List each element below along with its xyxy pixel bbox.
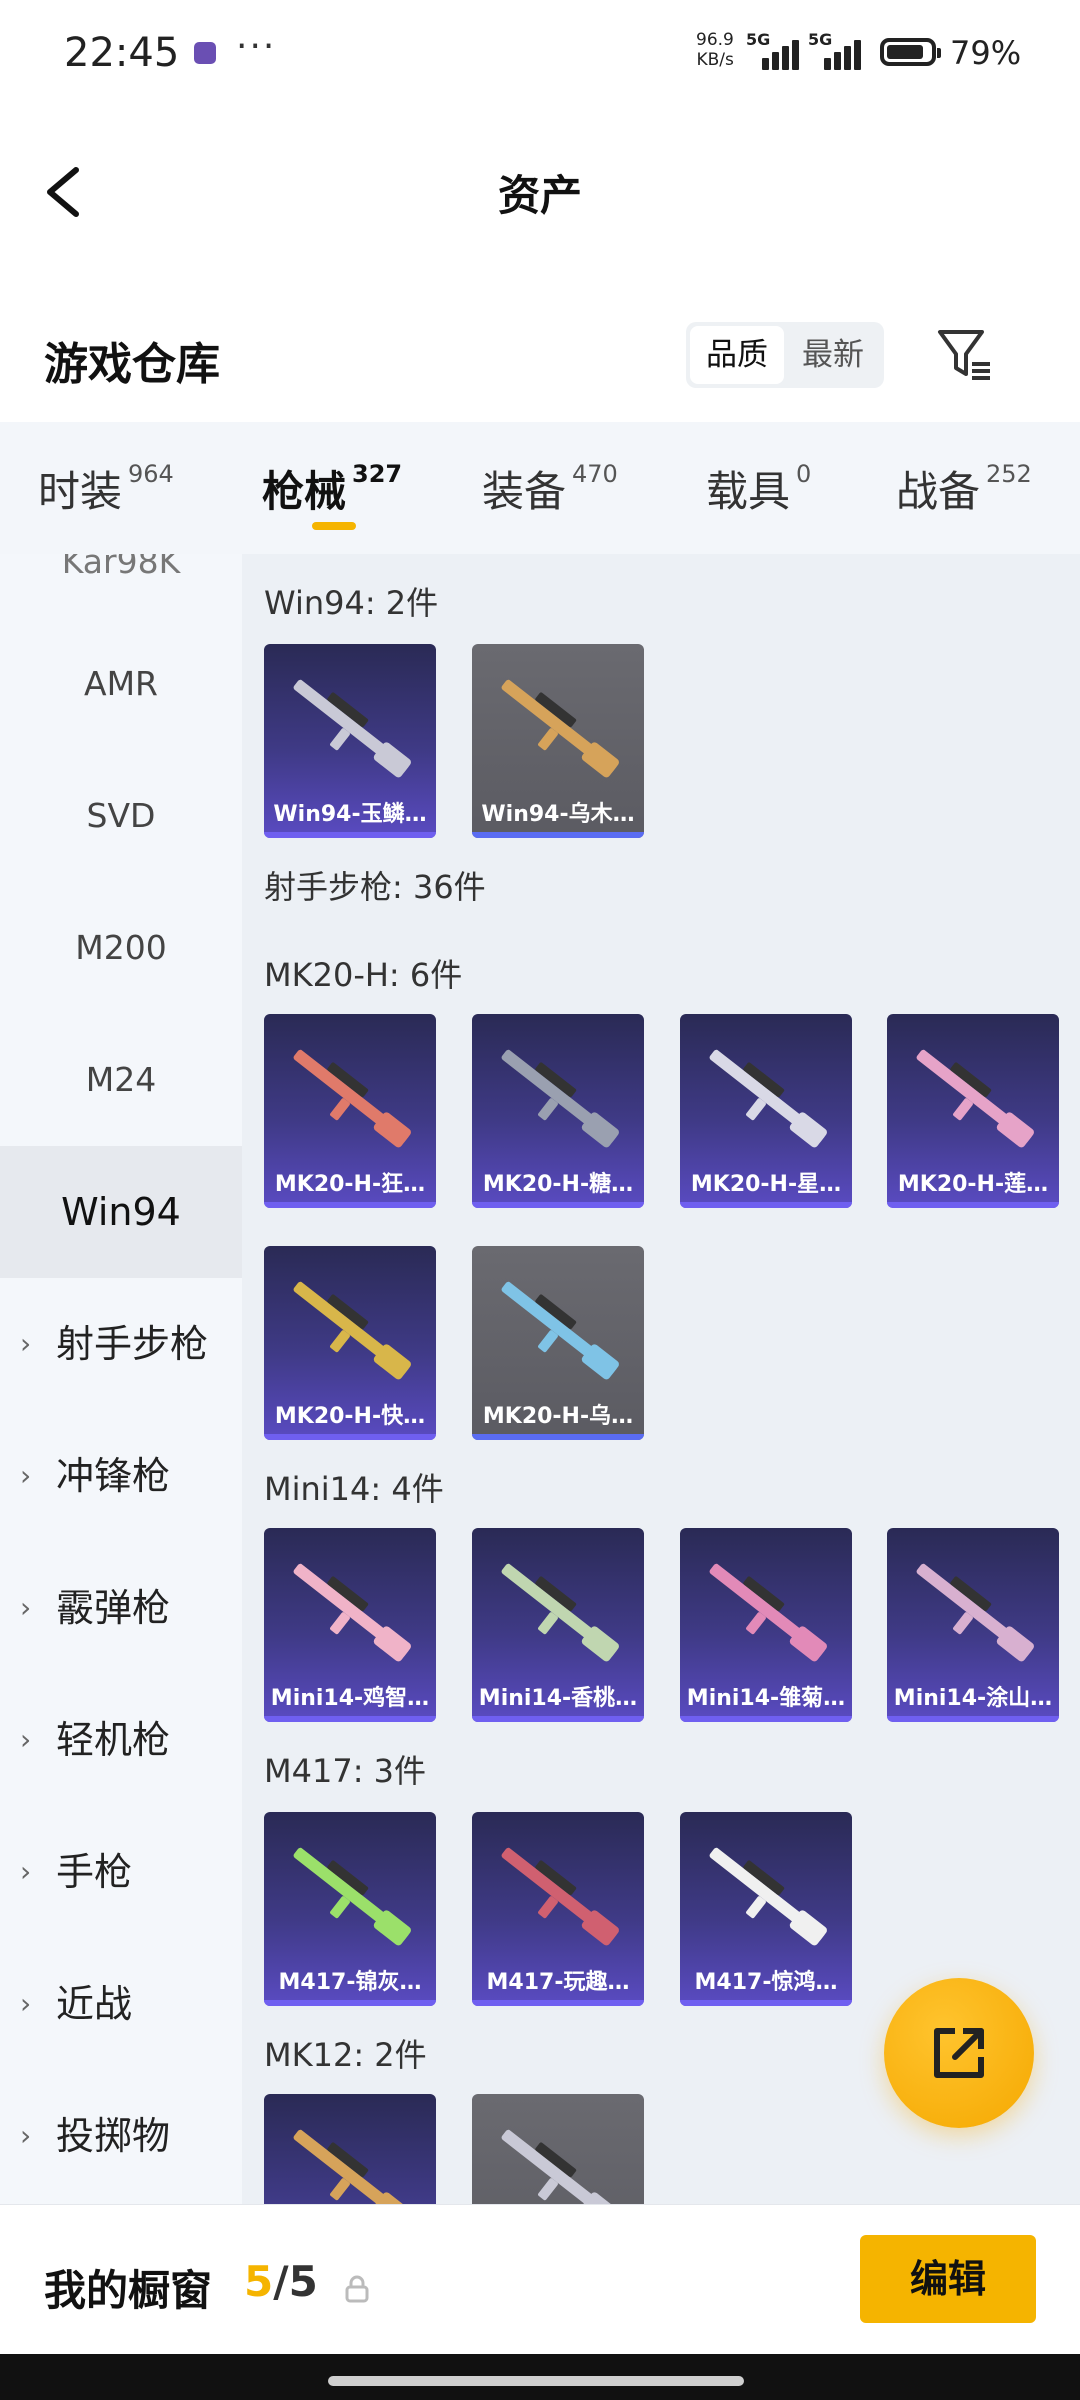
group-label-mini14: Mini14: 4件 [264, 1470, 444, 1508]
weapon-card[interactable]: Mini14-涂山… [887, 1528, 1059, 1722]
nav-item-win94[interactable]: Win94 [0, 1146, 242, 1278]
share-external-icon [934, 2028, 984, 2078]
weapon-card[interactable]: Win94-乌木… [472, 644, 644, 838]
battery-icon [880, 38, 941, 66]
group-label-dmr: 射手步枪: 36件 [264, 868, 486, 906]
weapon-image [916, 1563, 1034, 1662]
weapon-card[interactable]: MK20-H-快… [264, 1246, 436, 1440]
showcase-bar: 我的橱窗 5/5 编辑 [0, 2204, 1080, 2355]
weapon-card[interactable]: M417-惊鸿… [680, 1812, 852, 2006]
weapon-image [501, 1281, 619, 1380]
title-bar: 资产 [0, 110, 1080, 270]
nav-group-smg[interactable]: › 冲锋枪 [0, 1410, 242, 1542]
weapon-image [293, 1563, 411, 1662]
chevron-right-icon: › [20, 1459, 32, 1492]
home-indicator[interactable] [328, 2376, 744, 2386]
nav-group-lmg[interactable]: › 轻机枪 [0, 1674, 242, 1806]
weapon-card[interactable]: MK20-H-星… [680, 1014, 852, 1208]
chevron-right-icon: › [20, 1591, 32, 1624]
network-speed: 96.9 KB/s [696, 30, 734, 70]
weapon-image [709, 1563, 827, 1662]
nav-group-dmr[interactable]: › 射手步枪 [0, 1278, 242, 1410]
weapon-type-nav: Kar98K AMR SVD M200 M24 Win94 › 射手步枪 › 冲锋枪… [0, 554, 242, 2204]
share-button[interactable] [884, 1978, 1034, 2128]
weapon-image [709, 1847, 827, 1946]
battery-percent: 79% [950, 34, 1022, 72]
weapon-card[interactable] [264, 2094, 436, 2204]
status-bar: 22:45 ··· 96.9 KB/s 5G 5G 79% [0, 0, 1080, 110]
filter-icon[interactable] [934, 324, 996, 386]
system-nav-bar [0, 2354, 1080, 2400]
weapon-image [709, 1049, 827, 1148]
app-notification-icon [194, 42, 216, 64]
tab-guns[interactable]: 枪械 327 [262, 458, 402, 519]
weapon-image [293, 1281, 411, 1380]
weapon-image [501, 1049, 619, 1148]
tab-fashion[interactable]: 时装 964 [38, 458, 174, 519]
sort-toggle: 品质 最新 [686, 322, 884, 388]
warehouse-header: 游戏仓库 品质 最新 [0, 310, 1080, 410]
chevron-right-icon: › [20, 1723, 32, 1756]
status-time: 22:45 [64, 30, 180, 76]
weapon-image [293, 1847, 411, 1946]
weapon-image [293, 2129, 411, 2204]
active-tab-indicator [312, 522, 356, 530]
nav-item-amr[interactable]: AMR [0, 618, 242, 750]
nav-group-melee[interactable]: › 近战 [0, 1938, 242, 2070]
chevron-right-icon: › [20, 1855, 32, 1888]
weapon-card[interactable]: MK20-H-狂… [264, 1014, 436, 1208]
signal-icon-sim2: 5G [808, 30, 872, 70]
lock-icon [345, 2275, 369, 2303]
nav-item-m24[interactable]: M24 [0, 1014, 242, 1146]
weapon-grid: Win94: 2件 Win94-玉鳞… Win94-乌木… 射手步枪: 36件 … [242, 554, 1080, 2204]
weapon-card[interactable]: M417-玩趣… [472, 1812, 644, 2006]
group-label-mk20: MK20-H: 6件 [264, 956, 463, 994]
group-label-m417: M417: 3件 [264, 1752, 427, 1790]
page-title: 资产 [497, 171, 582, 220]
showcase-count: 5/5 [244, 2257, 318, 2306]
nav-group-pistol[interactable]: › 手枪 [0, 1806, 242, 1938]
weapon-image [501, 1847, 619, 1946]
weapon-card[interactable]: Mini14-鸡智… [264, 1528, 436, 1722]
chevron-right-icon: › [20, 1987, 32, 2020]
more-notifications-icon: ··· [236, 26, 277, 67]
chevron-right-icon: › [20, 2119, 32, 2152]
tab-equipment[interactable]: 装备 470 [482, 458, 618, 519]
nav-group-shotgun[interactable]: › 霰弹枪 [0, 1542, 242, 1674]
edit-button[interactable]: 编辑 [860, 2235, 1036, 2323]
nav-item-kar98k[interactable]: Kar98K [0, 554, 242, 582]
weapon-image [916, 1049, 1034, 1148]
weapon-card[interactable] [472, 2094, 644, 2204]
group-label-mk12: MK12: 2件 [264, 2036, 427, 2074]
weapon-card[interactable]: MK20-H-糖… [472, 1014, 644, 1208]
signal-icon-sim1: 5G [746, 30, 810, 70]
sort-newest-button[interactable]: 最新 [786, 326, 880, 384]
weapon-card[interactable]: Win94-玉鳞… [264, 644, 436, 838]
weapon-image [293, 1049, 411, 1148]
weapon-card[interactable]: MK20-H-乌… [472, 1246, 644, 1440]
network-speed-unit: KB/s [696, 50, 734, 70]
warehouse-title: 游戏仓库 [44, 339, 220, 390]
weapon-image [501, 2129, 619, 2204]
nav-item-svd[interactable]: SVD [0, 750, 242, 882]
nav-item-m200[interactable]: M200 [0, 882, 242, 1014]
weapon-card[interactable]: Mini14-香桃… [472, 1528, 644, 1722]
nav-group-throwable[interactable]: › 投掷物 [0, 2070, 242, 2202]
weapon-card[interactable]: MK20-H-莲… [887, 1014, 1059, 1208]
category-tabs: 时装 964 枪械 327 装备 470 载具 0 战备 252 [0, 422, 1080, 554]
weapon-image [293, 679, 411, 778]
sort-quality-button[interactable]: 品质 [690, 326, 784, 384]
showcase-label: 我的橱窗 [44, 2266, 213, 2315]
group-label-win94: Win94: 2件 [264, 584, 439, 622]
chevron-right-icon: › [20, 1327, 32, 1360]
weapon-image [501, 1563, 619, 1662]
weapon-card[interactable]: Mini14-雏菊… [680, 1528, 852, 1722]
tab-vehicles[interactable]: 载具 0 [706, 458, 811, 519]
weapon-card[interactable]: M417-锦灰… [264, 1812, 436, 2006]
weapon-image [501, 679, 619, 778]
tab-supplies[interactable]: 战备 252 [896, 458, 1032, 519]
network-speed-value: 96.9 [696, 30, 734, 50]
